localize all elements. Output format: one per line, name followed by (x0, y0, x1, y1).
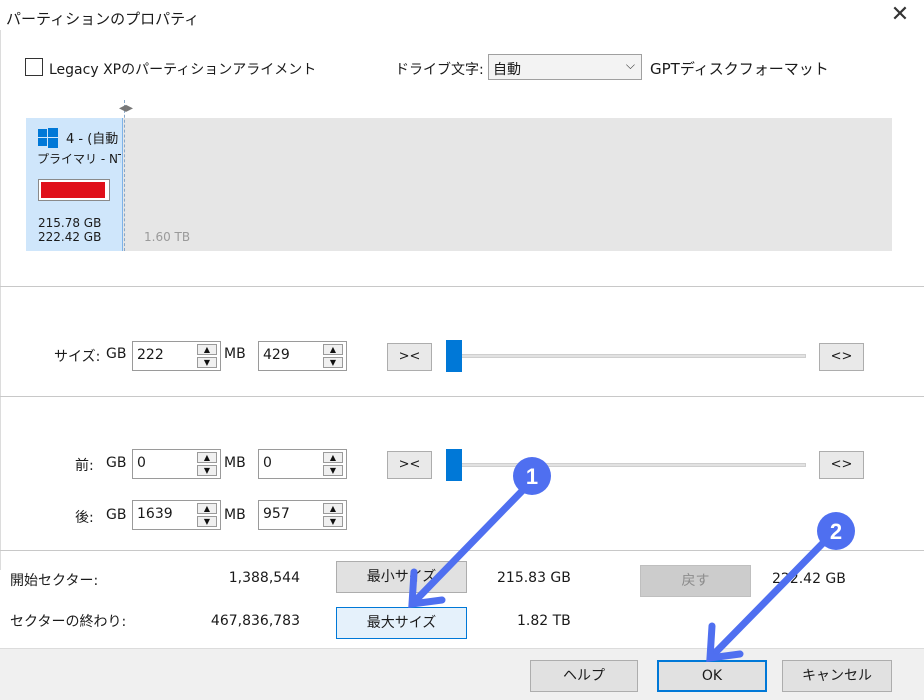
after-gb-unit: GB (106, 507, 127, 523)
partition-used: 215.78 GB (38, 216, 102, 230)
before-mb-input[interactable]: 0 ▲ ▼ (258, 449, 347, 479)
cancel-button[interactable]: キャンセル (782, 660, 892, 692)
end-sector-value: 467,836,783 (210, 613, 300, 629)
after-gb-input[interactable]: 1639 ▲ ▼ (132, 500, 221, 530)
up-arrow-icon[interactable]: ▲ (323, 344, 343, 355)
size-mb-unit: MB (224, 346, 246, 362)
separator (0, 396, 924, 397)
separator (0, 550, 924, 551)
position-slider-thumb[interactable] (446, 449, 462, 481)
size-slider-thumb[interactable] (446, 340, 462, 372)
drive-letter-value: 自動 (493, 62, 521, 78)
after-mb-unit: MB (224, 507, 246, 523)
legacy-xp-label: Legacy XPのパーティションアライメント (49, 62, 317, 78)
usage-bar (38, 179, 110, 201)
up-arrow-icon[interactable]: ▲ (197, 503, 217, 514)
before-gb-input[interactable]: 0 ▲ ▼ (132, 449, 221, 479)
down-arrow-icon[interactable]: ▼ (197, 357, 217, 368)
down-arrow-icon[interactable]: ▼ (323, 357, 343, 368)
before-mb-unit: MB (224, 455, 246, 471)
max-size-value: 1.82 TB (517, 613, 571, 629)
down-arrow-icon[interactable]: ▼ (323, 516, 343, 527)
separator (0, 286, 924, 287)
drive-letter-select[interactable]: 自動 ⌵ (488, 54, 642, 80)
down-arrow-icon[interactable]: ▼ (197, 516, 217, 527)
up-arrow-icon[interactable]: ▲ (323, 452, 343, 463)
min-size-value: 215.83 GB (497, 570, 571, 586)
before-gb-value: 0 (137, 455, 146, 471)
size-gb-unit: GB (106, 346, 127, 362)
ok-button[interactable]: OK (657, 660, 767, 692)
position-shrink-button[interactable]: >< (387, 451, 432, 479)
size-shrink-button[interactable]: >< (387, 343, 432, 371)
partition-total: 222.42 GB (38, 230, 102, 244)
partition-type: プライマリ - NT (37, 152, 121, 166)
size-slider-track[interactable] (446, 354, 806, 358)
max-size-button[interactable]: 最大サイズ (336, 607, 467, 639)
size-label: サイズ: (54, 349, 101, 365)
resize-guide (124, 100, 125, 251)
drive-letter-label: ドライブ文字: (395, 62, 484, 78)
position-slider-track[interactable] (446, 463, 806, 467)
usage-bar-fill (41, 182, 105, 198)
after-label: 後: (75, 510, 94, 526)
left-border (0, 30, 1, 570)
down-arrow-icon[interactable]: ▼ (197, 465, 217, 476)
windows-logo-icon (38, 128, 58, 148)
start-sector-value: 1,388,544 (228, 570, 300, 586)
gpt-format-label: GPTディスクフォーマット (650, 60, 829, 78)
size-gb-input[interactable]: 222 ▲ ▼ (132, 341, 221, 371)
arrow-2-shaft (712, 539, 827, 656)
size-mb-input[interactable]: 429 ▲ ▼ (258, 341, 347, 371)
resize-handle-icon[interactable]: ◂▸ (117, 99, 135, 117)
revert-value: 222.42 GB (772, 571, 846, 587)
size-mb-value: 429 (263, 347, 290, 363)
after-mb-input[interactable]: 957 ▲ ▼ (258, 500, 347, 530)
after-gb-value: 1639 (137, 506, 173, 522)
up-arrow-icon[interactable]: ▲ (197, 344, 217, 355)
size-gb-value: 222 (137, 347, 164, 363)
step-2-number: 2 (830, 519, 842, 544)
before-label: 前: (75, 458, 94, 474)
before-gb-unit: GB (106, 455, 127, 471)
free-space-size: 1.60 TB (144, 230, 191, 244)
revert-button[interactable]: 戻す (640, 565, 751, 597)
down-arrow-icon[interactable]: ▼ (323, 465, 343, 476)
dialog-title: パーティションのプロパティ (6, 10, 200, 28)
up-arrow-icon[interactable]: ▲ (323, 503, 343, 514)
close-icon[interactable]: ✕ (888, 4, 912, 28)
step-2-badge (817, 512, 855, 550)
size-expand-button[interactable]: <> (819, 343, 864, 371)
position-expand-button[interactable]: <> (819, 451, 864, 479)
chevron-down-icon: ⌵ (625, 58, 635, 72)
up-arrow-icon[interactable]: ▲ (197, 452, 217, 463)
step-1-number: 1 (526, 464, 538, 489)
after-mb-value: 957 (263, 506, 290, 522)
legacy-xp-checkbox[interactable] (25, 58, 43, 76)
partition-name: 4 - (自動 (66, 132, 119, 147)
start-sector-label: 開始セクター: (10, 573, 99, 589)
min-size-button[interactable]: 最小サイズ (336, 561, 467, 593)
before-mb-value: 0 (263, 455, 272, 471)
end-sector-label: セクターの終わり: (10, 614, 127, 630)
help-button[interactable]: ヘルプ (530, 660, 638, 692)
